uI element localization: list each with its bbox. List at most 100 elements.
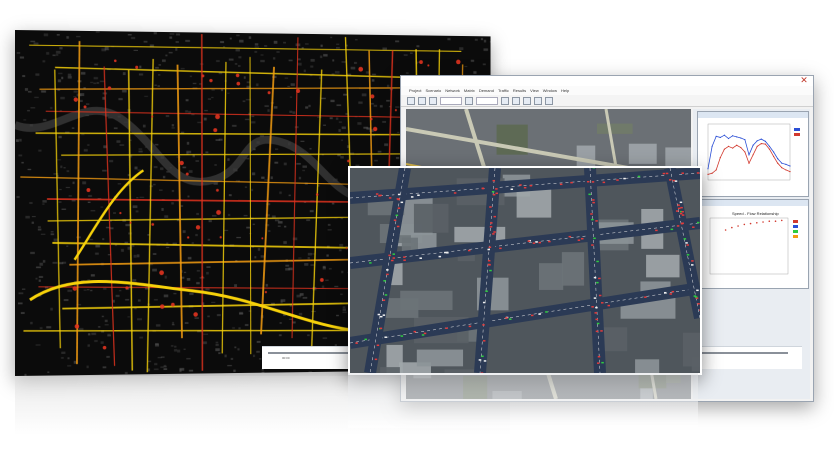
select-tool-button[interactable] — [407, 96, 415, 105]
speed-flow-chart-window[interactable]: Speed - Flow Relationship — [697, 199, 809, 289]
data-point — [715, 169, 717, 171]
vehicle — [384, 336, 387, 338]
data-point — [727, 137, 730, 140]
vehicle — [388, 254, 391, 257]
building — [234, 346, 237, 349]
congestion-hotspot — [315, 193, 319, 196]
data-point — [760, 143, 762, 145]
building — [252, 223, 255, 226]
building — [327, 229, 332, 231]
building — [183, 271, 187, 274]
vehicle — [595, 318, 598, 321]
building — [137, 299, 141, 302]
vehicle — [403, 256, 406, 258]
layers-button[interactable] — [534, 96, 542, 105]
building — [335, 46, 340, 49]
menu-help[interactable]: Help — [561, 86, 569, 95]
building — [207, 238, 211, 241]
play-button[interactable] — [465, 96, 473, 105]
building — [35, 278, 38, 281]
congestion-hotspot — [209, 78, 213, 83]
building — [454, 226, 506, 243]
building — [283, 162, 287, 166]
building — [152, 268, 157, 272]
building — [94, 340, 98, 342]
building — [91, 332, 97, 336]
building — [28, 91, 32, 93]
building — [207, 98, 212, 100]
congestion-hotspot — [347, 159, 350, 163]
building — [187, 195, 190, 198]
menu-demand[interactable]: Demand — [479, 86, 494, 95]
aerial-block — [628, 143, 657, 164]
building — [275, 148, 279, 150]
step-field[interactable] — [476, 96, 498, 105]
pan-tool-button[interactable] — [418, 96, 426, 105]
building — [68, 196, 73, 198]
building — [185, 110, 189, 113]
menu-traffic[interactable]: Traffic — [498, 86, 509, 95]
time-series-chart-window[interactable] — [697, 111, 809, 197]
building — [165, 246, 170, 249]
stop-button[interactable] — [512, 96, 520, 105]
building — [254, 46, 260, 48]
building — [155, 66, 159, 69]
building — [232, 124, 237, 127]
vehicle — [468, 325, 472, 328]
vehicle — [607, 304, 611, 307]
building — [138, 150, 143, 153]
menu-project[interactable]: Project — [409, 86, 421, 95]
building — [299, 293, 304, 296]
building — [233, 369, 236, 373]
building — [16, 52, 21, 54]
building — [18, 154, 23, 157]
building — [538, 263, 564, 290]
building — [256, 83, 259, 87]
building — [138, 73, 144, 76]
congestion-hotspot — [394, 108, 398, 112]
building — [195, 233, 198, 237]
building — [58, 201, 62, 204]
building — [236, 34, 240, 37]
building — [401, 237, 418, 252]
pause-button[interactable] — [501, 96, 509, 105]
vehicle — [669, 293, 673, 295]
congestion-hotspot — [261, 237, 264, 240]
building — [239, 39, 244, 43]
vehicle — [495, 192, 499, 195]
menu-matrix[interactable]: Matrix — [464, 86, 475, 95]
menu-results[interactable]: Results — [513, 86, 526, 95]
building — [94, 77, 99, 80]
settings-button[interactable] — [545, 96, 553, 105]
building — [338, 129, 341, 132]
data-point — [732, 135, 734, 137]
building — [122, 89, 127, 93]
building — [37, 226, 41, 229]
vehicle — [410, 196, 414, 198]
building — [113, 212, 116, 214]
building — [18, 292, 24, 295]
record-button[interactable] — [523, 96, 531, 105]
close-icon[interactable]: ✕ — [798, 76, 810, 85]
building — [100, 341, 104, 344]
building — [177, 349, 181, 353]
building — [88, 333, 91, 336]
building — [405, 72, 409, 74]
time-field[interactable] — [440, 96, 462, 105]
menu-network[interactable]: Network — [445, 86, 460, 95]
vehicle — [487, 263, 491, 266]
vehicle — [396, 225, 400, 228]
menu-scenario[interactable]: Scenario — [425, 86, 441, 95]
vehicle — [519, 184, 522, 186]
building — [342, 311, 347, 313]
data-point — [774, 220, 777, 222]
building — [308, 104, 311, 108]
building — [86, 365, 89, 369]
menu-window[interactable]: Window — [543, 86, 557, 95]
menu-view[interactable]: View — [530, 86, 539, 95]
zoom-tool-button[interactable] — [429, 96, 437, 105]
building — [363, 126, 369, 129]
building — [473, 71, 477, 74]
3d-simulation-view[interactable] — [348, 166, 702, 375]
vehicle — [488, 246, 492, 248]
